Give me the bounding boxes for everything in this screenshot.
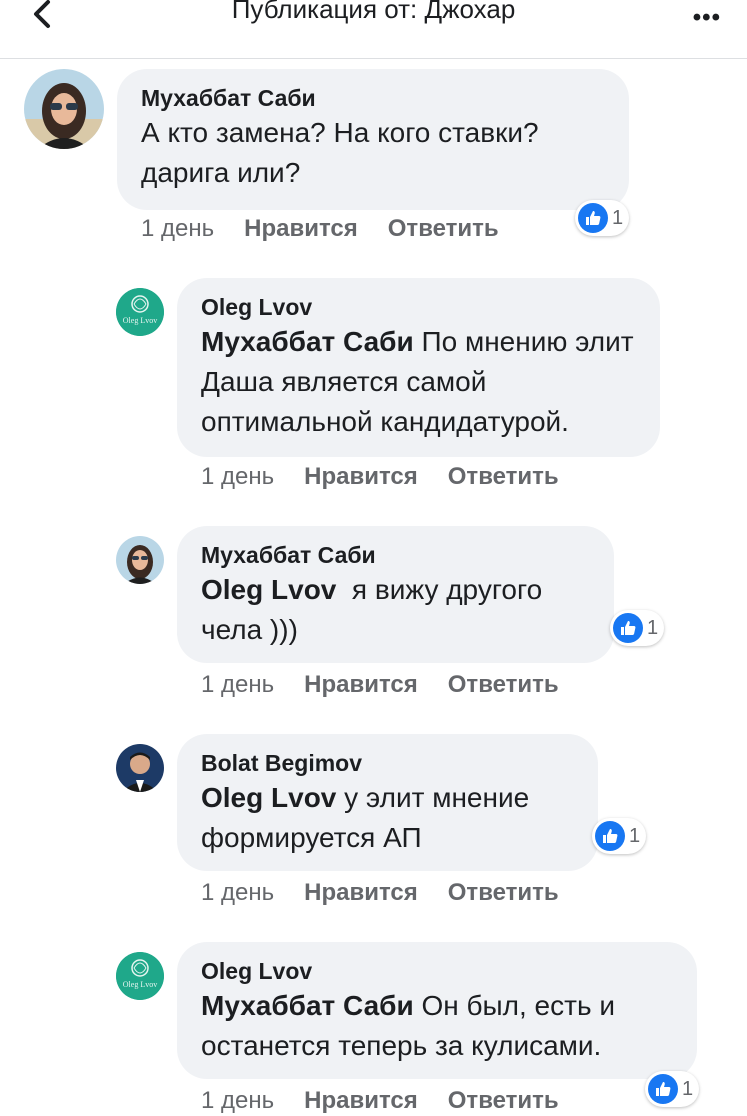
comment-meta: 1 день Нравится Ответить <box>141 215 529 243</box>
comment-meta: 1 день Нравится Ответить <box>201 879 589 907</box>
avatar[interactable] <box>116 536 164 584</box>
comment-text: Oleg Lvov у элит мнение формируется АП <box>201 778 574 858</box>
comment-text: Мухаббат Саби Он был, есть и останется т… <box>201 986 673 1066</box>
comment-author[interactable]: Oleg Lvov <box>201 956 673 986</box>
reaction-badge[interactable]: 1 <box>575 200 630 236</box>
like-button[interactable]: Нравится <box>304 671 418 698</box>
reply-button[interactable]: Ответить <box>388 215 499 242</box>
avatar[interactable] <box>116 744 164 792</box>
thumbs-up-icon <box>578 203 608 233</box>
comment-meta: 1 день Нравится Ответить <box>201 1087 589 1115</box>
mention-link[interactable]: Oleg Lvov <box>201 782 336 813</box>
more-options-button[interactable]: ••• <box>693 4 721 32</box>
comment-author[interactable]: Oleg Lvov <box>201 292 636 322</box>
mention-link[interactable]: Oleg Lvov <box>201 574 336 605</box>
avatar-label: Oleg Lvov <box>123 980 157 989</box>
like-button[interactable]: Нравится <box>244 215 358 242</box>
thumbs-up-icon <box>595 821 625 851</box>
reaction-badge[interactable]: 1 <box>610 610 665 646</box>
comment-text: А кто замена? На кого ставки? дарига или… <box>141 113 605 193</box>
comment-author[interactable]: Мухаббат Саби <box>201 540 590 570</box>
comment-meta: 1 день Нравится Ответить <box>201 463 589 491</box>
reaction-badge[interactable]: 1 <box>645 1071 700 1107</box>
avatar[interactable] <box>24 69 104 149</box>
comment-time[interactable]: 1 день <box>201 879 274 906</box>
reply-button[interactable]: Ответить <box>448 1087 559 1114</box>
reaction-count: 1 <box>629 824 641 847</box>
mention-link[interactable]: Мухаббат Саби <box>201 990 414 1021</box>
reaction-badge[interactable]: 1 <box>592 818 647 854</box>
avatar-label: Oleg Lvov <box>123 316 157 325</box>
reply-button[interactable]: Ответить <box>448 671 559 698</box>
avatar[interactable]: Oleg Lvov <box>116 288 164 336</box>
comment-bubble: Мухаббат Саби А кто замена? На кого став… <box>117 69 629 210</box>
like-button[interactable]: Нравится <box>304 879 418 906</box>
thumbs-up-icon <box>613 613 643 643</box>
comment-text: Oleg Lvov я вижу другого чела ))) <box>201 570 590 650</box>
thumbs-up-icon <box>648 1074 678 1104</box>
reaction-count: 1 <box>647 616 659 639</box>
comment-bubble: Oleg Lvov Мухаббат Саби По мнению элит Д… <box>177 278 660 457</box>
comment-time[interactable]: 1 день <box>201 1087 274 1114</box>
comment-author[interactable]: Мухаббат Саби <box>141 83 605 113</box>
reaction-count: 1 <box>682 1077 694 1100</box>
reply-button[interactable]: Ответить <box>448 879 559 906</box>
avatar[interactable]: Oleg Lvov <box>116 952 164 1000</box>
comment-bubble: Oleg Lvov Мухаббат Саби Он был, есть и о… <box>177 942 697 1079</box>
reaction-count: 1 <box>612 206 624 229</box>
mention-link[interactable]: Мухаббат Саби <box>201 326 414 357</box>
page-title: Публикация от: Джохар <box>231 0 516 24</box>
top-bar: Публикация от: Джохар ••• <box>0 0 747 59</box>
comment-time[interactable]: 1 день <box>201 463 274 490</box>
comment-bubble: Bolat Begimov Oleg Lvov у элит мнение фо… <box>177 734 598 871</box>
comment-body: А кто замена? На кого ставки? дарига или… <box>141 117 539 188</box>
like-button[interactable]: Нравится <box>304 1087 418 1114</box>
comment-bubble: Мухаббат Саби Oleg Lvov я вижу другого ч… <box>177 526 614 663</box>
comment-time[interactable]: 1 день <box>141 215 214 242</box>
comment-text: Мухаббат Саби По мнению элит Даша являет… <box>201 322 636 442</box>
comment-meta: 1 день Нравится Ответить <box>201 671 589 699</box>
comment-author[interactable]: Bolat Begimov <box>201 748 574 778</box>
reply-button[interactable]: Ответить <box>448 463 559 490</box>
comment-time[interactable]: 1 день <box>201 671 274 698</box>
like-button[interactable]: Нравится <box>304 463 418 490</box>
